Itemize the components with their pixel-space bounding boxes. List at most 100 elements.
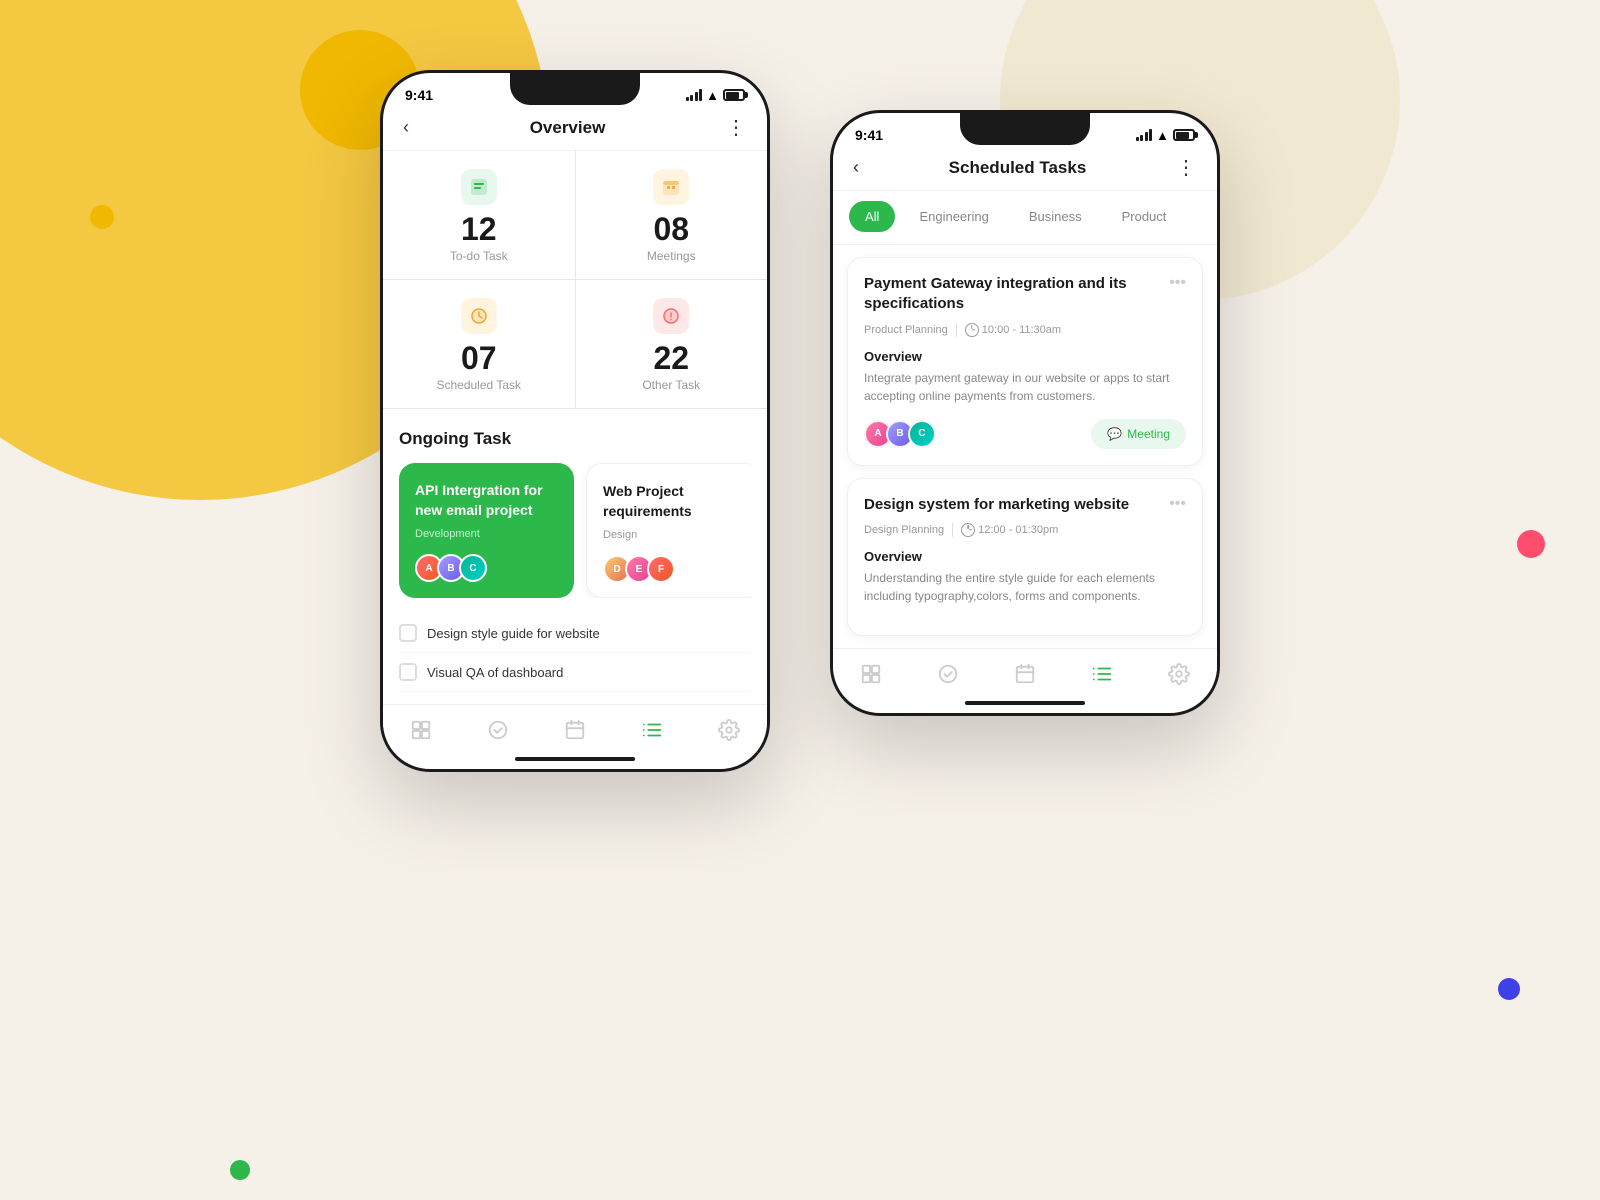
task-payment-footer: A B C 💬 Meeting	[864, 419, 1186, 449]
task-payment-time: 10:00 - 11:30am	[965, 323, 1061, 337]
phones-container: 9:41 ▲ ‹ Overview ⋮	[0, 50, 1600, 772]
battery-icon	[723, 89, 745, 101]
more-button[interactable]: ⋮	[726, 115, 747, 140]
status-time-2: 9:41	[855, 127, 883, 143]
task-design-time: 12:00 - 01:30pm	[961, 523, 1058, 537]
checkbox-1[interactable]	[399, 624, 417, 642]
task-cards-list: API Intergration for new email project D…	[399, 463, 751, 598]
avatar-6: F	[647, 555, 675, 583]
task-card-web-title: Web Project requirements	[603, 482, 744, 521]
phone-notch	[510, 73, 640, 105]
clock-icon	[965, 323, 979, 337]
bottom-nav	[383, 704, 767, 753]
task-design[interactable]: Design system for marketing website ••• …	[847, 478, 1203, 636]
clock-icon-2	[961, 523, 975, 537]
meetings-icon	[653, 169, 689, 205]
stat-todo: 12 To-do Task	[383, 151, 575, 279]
bottom-nav-2	[833, 648, 1217, 697]
scheduled-icon	[461, 298, 497, 334]
battery-icon-2	[1173, 129, 1195, 141]
status-time: 9:41	[405, 87, 433, 103]
nav-calendar[interactable]	[556, 715, 594, 745]
task-card-web-tag: Design	[603, 529, 744, 541]
nav-settings[interactable]	[710, 715, 748, 745]
task-card-web[interactable]: Web Project requirements Design D E F	[586, 463, 751, 598]
task-design-more[interactable]: •••	[1169, 495, 1186, 513]
avatar-3: C	[459, 554, 487, 582]
nav2-grid[interactable]	[852, 659, 890, 689]
stat-scheduled: 07 Scheduled Task	[383, 280, 575, 408]
task-payment-header: Payment Gateway integration and its spec…	[864, 274, 1186, 315]
task-card-api-tag: Development	[415, 528, 558, 540]
phone-overview: 9:41 ▲ ‹ Overview ⋮	[380, 70, 770, 772]
task-design-category: Design Planning	[864, 524, 944, 536]
task-payment-overview-text: Integrate payment gateway in our website…	[864, 369, 1186, 405]
tab-business[interactable]: Business	[1013, 201, 1098, 232]
task-card-api-avatars: A B C	[415, 554, 558, 582]
tab-all[interactable]: All	[849, 201, 895, 232]
task-payment-overview-label: Overview	[864, 349, 1186, 364]
phone-scheduled: 9:41 ▲ ‹ Scheduled Tasks ⋮ All	[830, 110, 1220, 716]
nav-bar-2: ‹ Scheduled Tasks ⋮	[833, 147, 1217, 191]
nav-title-2: Scheduled Tasks	[949, 158, 1087, 178]
nav2-list[interactable]	[1083, 659, 1121, 689]
wifi-icon: ▲	[706, 88, 719, 103]
home-bar-2	[965, 701, 1085, 705]
nav2-calendar[interactable]	[1006, 659, 1044, 689]
signal-icon	[686, 89, 703, 101]
task-payment-category: Product Planning	[864, 324, 948, 336]
checklist-item-2[interactable]: Visual QA of dashboard	[399, 653, 751, 692]
nav-grid[interactable]	[402, 715, 440, 745]
task-design-title: Design system for marketing website	[864, 495, 1129, 515]
scheduled-count: 07	[461, 342, 497, 374]
nav-title: Overview	[530, 118, 606, 138]
nav-bar: ‹ Overview ⋮	[383, 107, 767, 151]
nav2-check[interactable]	[929, 659, 967, 689]
nav-list[interactable]	[633, 715, 671, 745]
task-design-header: Design system for marketing website •••	[864, 495, 1186, 515]
status-icons-2: ▲	[1136, 128, 1195, 143]
task-design-overview-label: Overview	[864, 549, 1186, 564]
phone-notch-2	[960, 113, 1090, 145]
stat-other: 22 Other Task	[576, 280, 768, 408]
bg-dot-green	[230, 1160, 250, 1180]
nav-check[interactable]	[479, 715, 517, 745]
task-payment[interactable]: Payment Gateway integration and its spec…	[847, 257, 1203, 466]
tab-product[interactable]: Product	[1106, 201, 1183, 232]
checkbox-2[interactable]	[399, 663, 417, 681]
wifi-icon-2: ▲	[1156, 128, 1169, 143]
tab-engineering[interactable]: Engineering	[903, 201, 1004, 232]
task-design-overview-text: Understanding the entire style guide for…	[864, 569, 1186, 605]
ongoing-section: Ongoing Task API Intergration for new em…	[383, 409, 767, 598]
checklist-section: Design style guide for website Visual QA…	[383, 598, 767, 692]
nav2-settings[interactable]	[1160, 659, 1198, 689]
other-count: 22	[653, 342, 689, 374]
avatar-p3: C	[908, 420, 936, 448]
checklist-item-1[interactable]: Design style guide for website	[399, 614, 751, 653]
meeting-icon: 💬	[1107, 427, 1122, 441]
other-label: Other Task	[642, 378, 700, 392]
other-icon	[653, 298, 689, 334]
stats-grid: 12 To-do Task 08 Meetings	[383, 151, 767, 409]
task-card-web-avatars: D E F	[603, 555, 744, 583]
task-payment-meta: Product Planning 10:00 - 11:30am	[864, 323, 1186, 337]
task-list: Payment Gateway integration and its spec…	[833, 245, 1217, 648]
signal-icon-2	[1136, 129, 1153, 141]
task-payment-avatars: A B C	[864, 420, 930, 448]
task-card-api[interactable]: API Intergration for new email project D…	[399, 463, 574, 598]
back-button-2[interactable]: ‹	[853, 157, 859, 178]
home-bar	[515, 757, 635, 761]
task-design-meta: Design Planning 12:00 - 01:30pm	[864, 523, 1186, 537]
stat-meetings: 08 Meetings	[576, 151, 768, 279]
more-button-2[interactable]: ⋮	[1176, 155, 1197, 180]
task-card-api-title: API Intergration for new email project	[415, 481, 558, 520]
meeting-button[interactable]: 💬 Meeting	[1091, 419, 1186, 449]
todo-label: To-do Task	[450, 249, 508, 263]
scheduled-label: Scheduled Task	[436, 378, 521, 392]
meetings-count: 08	[653, 213, 689, 245]
back-button[interactable]: ‹	[403, 117, 409, 138]
todo-count: 12	[461, 213, 497, 245]
bg-dot-blue	[1498, 978, 1520, 1000]
task-payment-more[interactable]: •••	[1169, 274, 1186, 292]
meetings-label: Meetings	[647, 249, 696, 263]
